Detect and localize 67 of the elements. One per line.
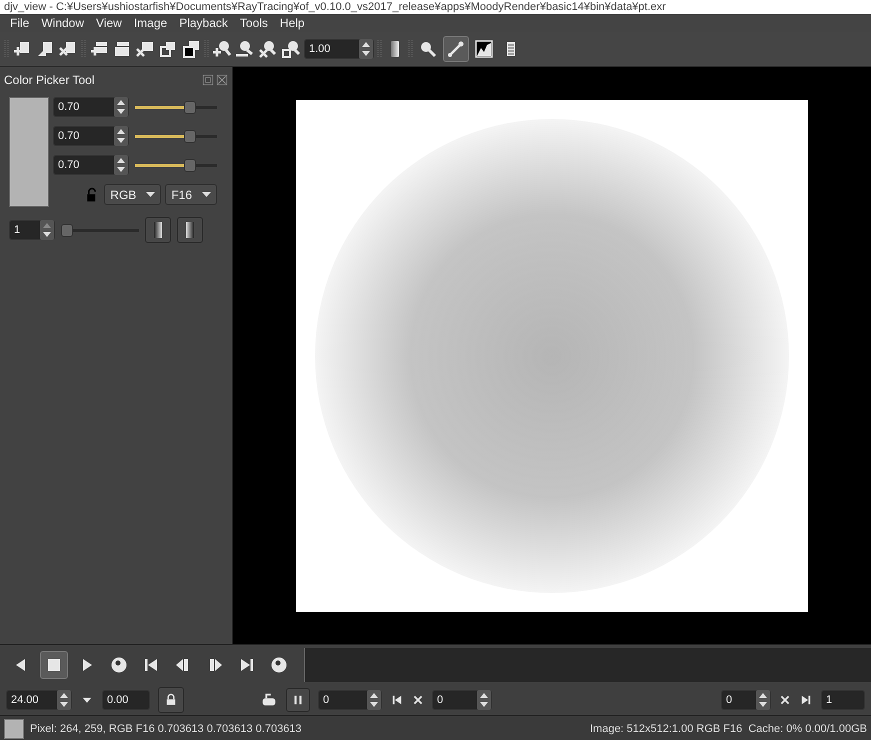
spinner-icon[interactable] [114,126,128,146]
type-dropdown[interactable]: F16 [165,184,217,205]
spinner-icon[interactable] [477,690,491,710]
slider-thumb[interactable] [184,100,196,114]
menu-item[interactable]: Playback [173,16,234,30]
lock-button[interactable] [158,687,184,713]
in-frame-field[interactable]: 0 [318,690,382,710]
menu-item[interactable]: File [4,16,36,30]
frame-square-icon[interactable] [158,39,178,59]
spinner-icon[interactable] [114,155,128,175]
pixel-swatch [4,718,24,738]
window-title: djv_view - C:¥Users¥ushiostarfish¥Documents¥RayTracing¥of_v0.10.0_vs2017_release¥apps¥MoodyRender¥basic14¥bin¥data¥pt.exr [0,0,871,14]
menu-item[interactable]: Image [128,16,174,30]
pixel-info: Pixel: 264, 259, RGB F16 0.703613 0.703613 0.703613 [30,722,302,734]
panel-title: Color Picker Tool [4,73,94,87]
lock-icon[interactable] [164,693,178,707]
menu-item[interactable]: View [90,16,128,30]
speed-field[interactable]: 24.00 [6,690,72,710]
slider-track[interactable] [135,130,217,142]
caret-icon [202,192,211,197]
channel-field[interactable]: 0.70 [53,126,129,146]
image-info: Image: 512x512:1.00 RGB F16 Cache: 0% 0.00/1.00GB [590,722,867,734]
grip-handle[interactable] [408,38,413,60]
grip-handle[interactable] [204,38,209,60]
slider-thumb[interactable] [184,158,196,172]
spinner-icon[interactable] [756,690,770,710]
grip-handle[interactable] [81,38,86,60]
zoom-reset-icon[interactable] [258,39,278,59]
layers-icon[interactable] [112,39,132,59]
spinner-icon[interactable] [367,690,381,710]
clear-icon[interactable] [412,694,424,706]
close-layers-icon[interactable] [135,39,155,59]
current-frame-field[interactable]: 0 [721,690,771,710]
pause-button[interactable] [286,688,310,712]
slider-thumb[interactable] [61,224,73,236]
format-dropdown[interactable]: RGB [104,184,162,205]
grip-handle[interactable] [4,38,9,60]
slider-thumb[interactable] [184,130,196,142]
caret-icon [146,192,156,197]
close-icon[interactable] [216,74,228,86]
slider-track[interactable] [61,224,139,236]
actual-speed-field: 0.00 [102,690,150,710]
menu-item[interactable]: Window [35,16,90,30]
channel-field[interactable]: 0.70 [53,155,129,175]
clear-icon[interactable] [779,694,791,706]
menu-item[interactable]: Tools [234,16,274,30]
last-frame-icon[interactable] [799,693,813,707]
spinner-icon[interactable] [114,97,128,117]
zoom-fit-icon[interactable] [281,39,301,59]
spinner-icon[interactable] [40,220,54,240]
zoom-in-icon[interactable] [212,39,232,59]
spinner-icon[interactable] [57,690,71,710]
out-frame-field[interactable]: 0 [432,690,492,710]
zoom-field[interactable]: 1.00 [304,39,374,59]
zoom-out-icon[interactable] [235,39,255,59]
size-field[interactable]: 1 [9,220,55,240]
slider-track[interactable] [135,158,217,172]
menu-item[interactable]: Help [274,16,311,30]
filled-frame-icon[interactable] [181,39,201,59]
float-icon[interactable] [202,74,214,86]
end-frame-field[interactable]: 1 [821,690,865,710]
slider-track[interactable] [135,100,217,114]
first-frame-icon[interactable] [390,693,404,707]
spinner-icon[interactable] [359,39,373,59]
playback-button[interactable] [40,651,68,679]
channel-field[interactable]: 0.70 [53,97,129,117]
grip-handle[interactable] [377,38,382,60]
